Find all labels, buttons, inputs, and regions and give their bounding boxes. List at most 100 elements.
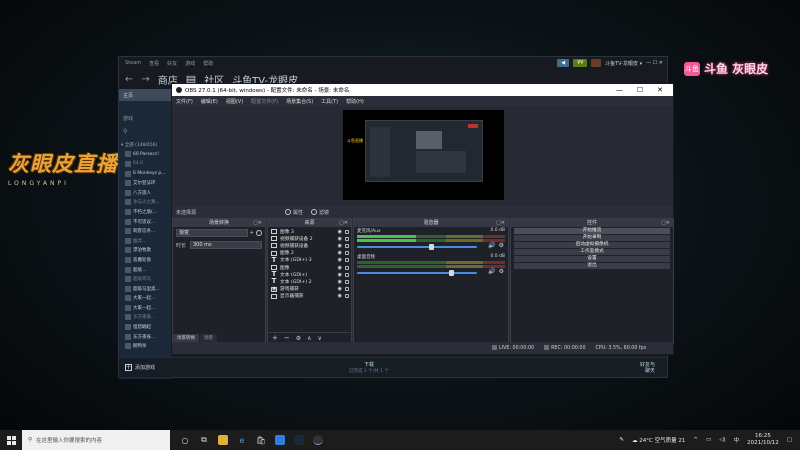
lock-icon[interactable]	[345, 287, 349, 292]
lock-icon[interactable]	[345, 236, 349, 241]
list-item[interactable]: 64.0	[119, 159, 171, 169]
eye-icon[interactable]: ◉	[338, 229, 342, 235]
obs-icon[interactable]	[313, 435, 323, 445]
volume-icon[interactable]: ◁)	[719, 437, 725, 443]
list-item[interactable]: 幽灵...	[119, 236, 171, 246]
source-item[interactable]: 图像 ◉	[268, 264, 351, 271]
lock-icon[interactable]	[345, 294, 349, 299]
list-item[interactable]: 6 Monkeys p...	[119, 169, 171, 179]
task-view-icon[interactable]: ⧉	[199, 435, 209, 445]
source-item[interactable]: 图像 3 ◉	[268, 228, 351, 235]
steam-menu-view[interactable]: 查看	[149, 60, 159, 67]
gear-icon[interactable]: ⚙	[296, 335, 301, 342]
transition-select[interactable]: 渐变	[176, 229, 248, 237]
source-item[interactable]: T 文本 (GDI+) 2 ◉	[268, 278, 351, 285]
dock-close-icon[interactable]: ▢✕	[339, 219, 348, 227]
obs-menu-help[interactable]: 帮助(H)	[346, 98, 364, 105]
lock-icon[interactable]	[345, 229, 349, 234]
steam-menu-friends[interactable]: 好友	[167, 60, 177, 67]
list-item[interactable]: 艾尔登法环	[119, 178, 171, 188]
move-up-icon[interactable]: ∧	[307, 335, 311, 342]
pen-icon[interactable]: ✎	[619, 437, 624, 443]
ime-indicator[interactable]: 中	[734, 436, 740, 444]
source-item[interactable]: 视频捕获设备 ◉	[268, 242, 351, 249]
duration-input[interactable]: 300 ms	[190, 241, 262, 249]
steam-icon[interactable]	[294, 435, 304, 445]
steam-category-all[interactable]: ▾ 全部 (148/656)	[119, 140, 171, 150]
source-item[interactable]: 视频捕获设备 2 ◉	[268, 235, 351, 242]
notification-icon[interactable]: ▢	[787, 437, 792, 443]
volume-slider[interactable]	[357, 244, 477, 250]
list-item[interactable]: 怪猎崛起	[119, 322, 171, 332]
remove-source-icon[interactable]: −	[284, 334, 290, 342]
list-item[interactable]: 漂泊牧歌	[119, 246, 171, 256]
list-item[interactable]: 八方旅人	[119, 188, 171, 198]
exit-button[interactable]: 退出	[514, 262, 670, 269]
source-item[interactable]: ◉ 游戏捕获 ◉	[268, 286, 351, 293]
steam-user-menu[interactable]: 斗鱼TV-龙眼皮 ▾	[605, 60, 642, 67]
gear-icon[interactable]	[256, 230, 262, 236]
volume-slider[interactable]	[357, 270, 477, 276]
properties-button[interactable]: 属性	[285, 209, 303, 216]
obs-menu-tools[interactable]: 工具(T)	[321, 98, 338, 105]
obs-menu-file[interactable]: 文件(F)	[176, 98, 193, 105]
eye-icon[interactable]: ◉	[338, 293, 342, 299]
source-item[interactable]: T 文本 (GDI+) ◉	[268, 271, 351, 278]
gear-icon[interactable]: ⚙	[499, 242, 504, 249]
add-transition-icon[interactable]: +	[250, 230, 254, 236]
obs-menu-edit[interactable]: 编辑(E)	[201, 98, 218, 105]
steam-menu-help[interactable]: 帮助	[203, 60, 213, 67]
move-down-icon[interactable]: ∨	[318, 335, 322, 342]
add-source-icon[interactable]: +	[272, 334, 278, 342]
volume-slider-handle[interactable]	[429, 244, 435, 250]
steam-menu-games[interactable]: 游戏	[185, 60, 195, 67]
list-item[interactable]: 恶魔轮盘	[119, 255, 171, 265]
dock-close-icon[interactable]: ▢✕	[661, 219, 670, 227]
list-item[interactable]: 刺客信条...	[119, 226, 171, 236]
obs-menu-scene-collection[interactable]: 场景集合(S)	[286, 98, 313, 105]
search-icon[interactable]: ⚲	[123, 128, 167, 138]
steam-menu-steam[interactable]: Steam	[125, 60, 141, 66]
start-streaming-button[interactable]: 开始推流	[514, 227, 670, 234]
list-item[interactable]: 超级马里奥...	[119, 284, 171, 294]
studio-mode-button[interactable]: 工作室模式	[514, 248, 670, 255]
weather-widget[interactable]: ☁ 24°C 空气质量 21	[632, 436, 685, 444]
lock-icon[interactable]	[345, 258, 349, 263]
source-item[interactable]: 图像 2 ◉	[268, 250, 351, 257]
download-status[interactable]: 下载 已完成 1 个/共 1 个	[349, 361, 389, 374]
start-button[interactable]	[0, 430, 22, 450]
list-item[interactable]: 东方夜雀...	[119, 313, 171, 323]
eye-icon[interactable]: ◉	[338, 257, 342, 263]
eye-icon[interactable]: ◉	[338, 265, 342, 271]
maximize-icon[interactable]: ☐	[637, 86, 643, 94]
filters-button[interactable]: 滤镜	[311, 209, 329, 216]
steam-notification-button[interactable]: ◀	[557, 59, 570, 67]
store-icon[interactable]: 🛍	[256, 435, 266, 445]
list-item[interactable]: 东方夜雀...	[119, 332, 171, 342]
eye-icon[interactable]: ◉	[338, 286, 342, 292]
avatar[interactable]	[591, 59, 602, 67]
mail-icon[interactable]	[275, 435, 285, 445]
taskbar-search[interactable]: ⚲ 在这里输入你要搜索的内容	[22, 430, 170, 450]
speaker-icon[interactable]: 🔊	[488, 242, 495, 249]
list-item[interactable]: 超级鸡马	[119, 274, 171, 284]
clock[interactable]: 16:25 2021/10/12	[747, 433, 779, 447]
list-item[interactable]: 超级...	[119, 265, 171, 275]
lock-icon[interactable]	[345, 272, 349, 277]
settings-button[interactable]: 设置	[514, 255, 670, 262]
eye-icon[interactable]: ◉	[338, 236, 342, 242]
obs-menu-profile[interactable]: 配置文件(P)	[251, 98, 278, 105]
list-item[interactable]: 不可思议...	[119, 217, 171, 227]
lock-icon[interactable]	[345, 251, 349, 256]
start-recording-button[interactable]: 开始录制	[514, 234, 670, 241]
obs-preview-canvas[interactable]: 斗鱼直播	[343, 110, 504, 200]
volume-slider-handle[interactable]	[448, 270, 454, 276]
eye-icon[interactable]: ◉	[338, 250, 342, 256]
close-icon[interactable]: ✕	[657, 86, 663, 94]
obs-menu-view[interactable]: 视图(V)	[226, 98, 243, 105]
edge-browser-icon[interactable]: e	[237, 435, 247, 445]
source-item[interactable]: T 文本 (GDI+) 3 ◉	[268, 256, 351, 264]
dock-close-icon[interactable]: ▢✕	[253, 219, 262, 227]
list-item[interactable]: 不朽之旅(...	[119, 207, 171, 217]
steam-home-button[interactable]: 主页	[119, 89, 171, 101]
